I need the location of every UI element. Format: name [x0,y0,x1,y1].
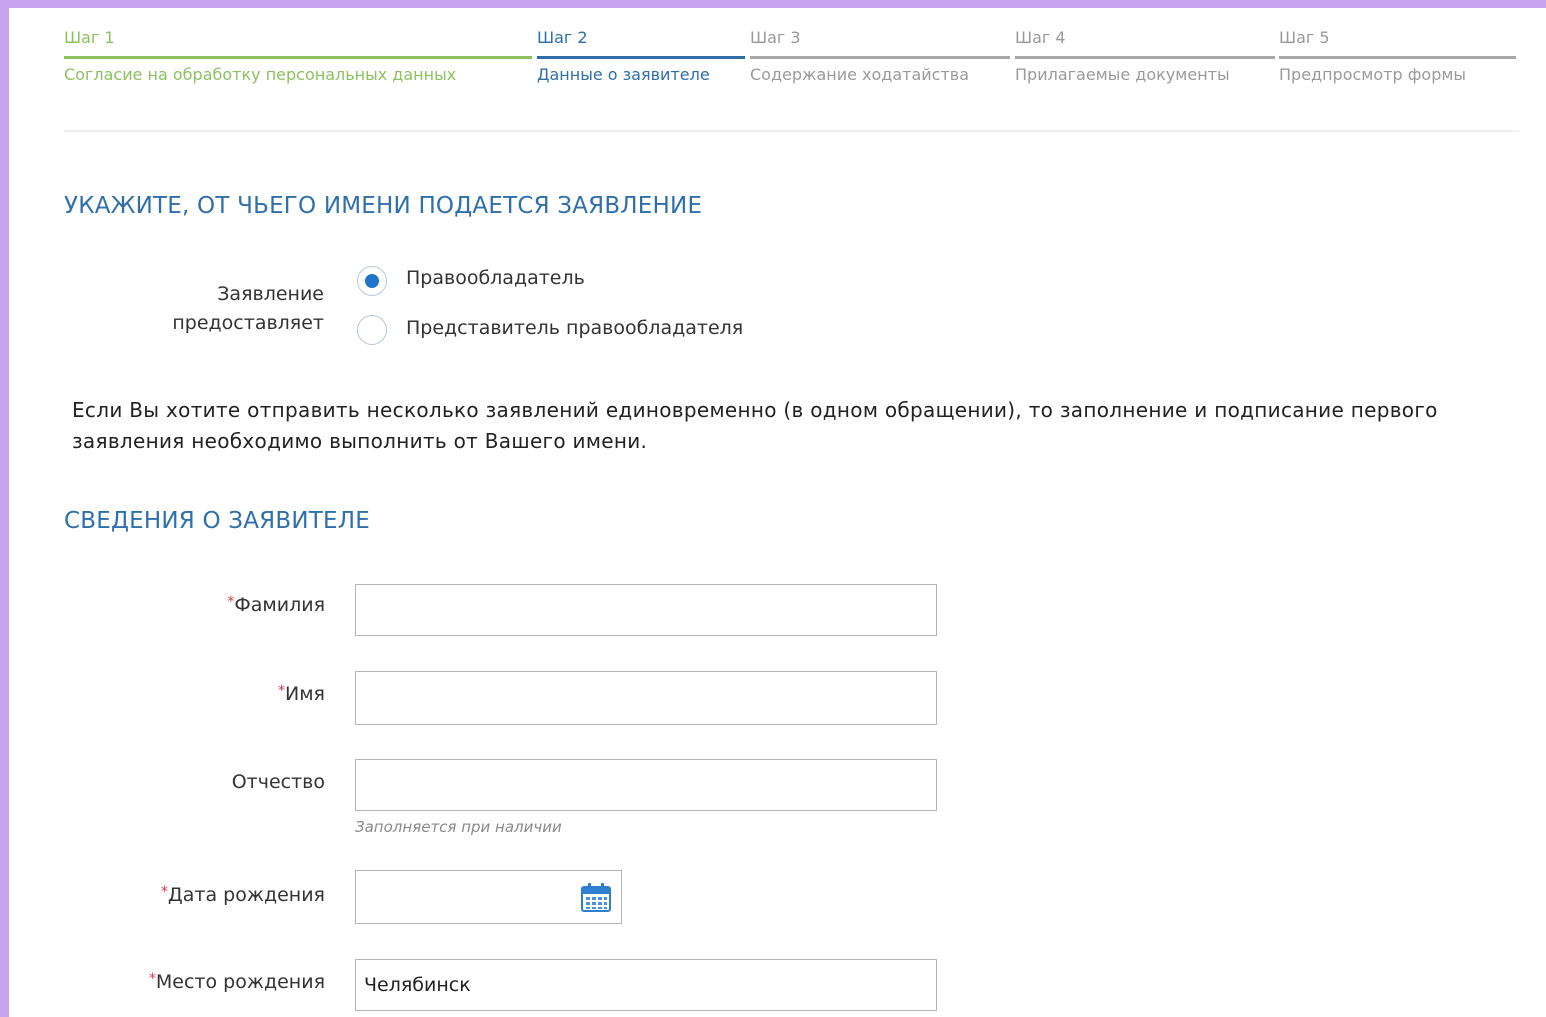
birth-date-field [355,870,622,924]
step-number: Шаг 1 [64,28,115,47]
multiple-applications-note: Если Вы хотите отправить несколько заявл… [72,398,1438,453]
step-title: Предпросмотр формы [1279,65,1467,84]
radio-rightholder-label[interactable]: Правообладатель [406,267,585,289]
step-number: Шаг 2 [537,28,588,47]
patronymic-label: Отчество [232,771,325,793]
applicant-type-label-line1: Заявление [217,283,324,305]
applicant-type-label: Заявление предоставляет [172,280,324,338]
form-page: Шаг 1 Согласие на обработку персональных… [9,8,1546,1017]
applicant-type-title: УКАЖИТЕ, ОТ ЧЬЕГО ИМЕНИ ПОДАЕТСЯ ЗАЯВЛЕН… [64,193,703,219]
radio-representative[interactable] [357,315,387,345]
surname-input[interactable] [355,584,937,636]
required-marker: * [160,884,168,900]
birth-date-label: *Дата рождения [161,884,325,906]
step-4[interactable]: Шаг 4 Прилагаемые документы [1015,27,1275,84]
required-marker: * [278,683,286,699]
radio-rightholder[interactable] [357,266,387,296]
birth-date-label-text: Дата рождения [167,884,325,906]
name-label-text: Имя [285,683,325,705]
steps-divider [64,130,1519,132]
step-1[interactable]: Шаг 1 Согласие на обработку персональных… [64,27,532,84]
surname-label: *Фамилия [227,594,325,616]
step-title: Согласие на обработку персональных данны… [64,65,457,84]
applicant-type-label-line2: предоставляет [172,312,324,334]
step-title: Содержание ходатайства [750,65,970,84]
step-title: Прилагаемые документы [1015,65,1230,84]
step-5[interactable]: Шаг 5 Предпросмотр формы [1279,27,1516,84]
patronymic-hint: Заполняется при наличии [355,818,562,836]
birth-place-input[interactable] [355,959,937,1011]
step-title: Данные о заявителе [537,65,710,84]
radio-representative-label[interactable]: Представитель правообладателя [406,317,743,339]
patronymic-input[interactable] [355,759,937,811]
step-progress-bar [1279,56,1516,59]
step-2[interactable]: Шаг 2 Данные о заявителе [537,27,745,84]
surname-label-text: Фамилия [234,594,325,616]
step-progress-bar [64,56,532,59]
step-number: Шаг 5 [1279,28,1330,47]
applicant-info-title: СВЕДЕНИЯ О ЗАЯВИТЕЛЕ [64,508,370,534]
birth-place-label: *Место рождения [149,971,325,993]
step-progress-bar [1015,56,1275,59]
required-marker: * [148,971,156,987]
step-progress-bar [750,56,1010,59]
step-number: Шаг 4 [1015,28,1066,47]
step-3[interactable]: Шаг 3 Содержание ходатайства [750,27,1010,84]
step-progress-bar [537,56,745,59]
birth-date-input[interactable] [356,871,582,921]
calendar-icon[interactable] [580,881,612,913]
name-input[interactable] [355,671,937,725]
birth-place-label-text: Место рождения [155,971,325,993]
patronymic-label-text: Отчество [231,771,325,793]
name-label: *Имя [278,683,325,705]
step-number: Шаг 3 [750,28,801,47]
